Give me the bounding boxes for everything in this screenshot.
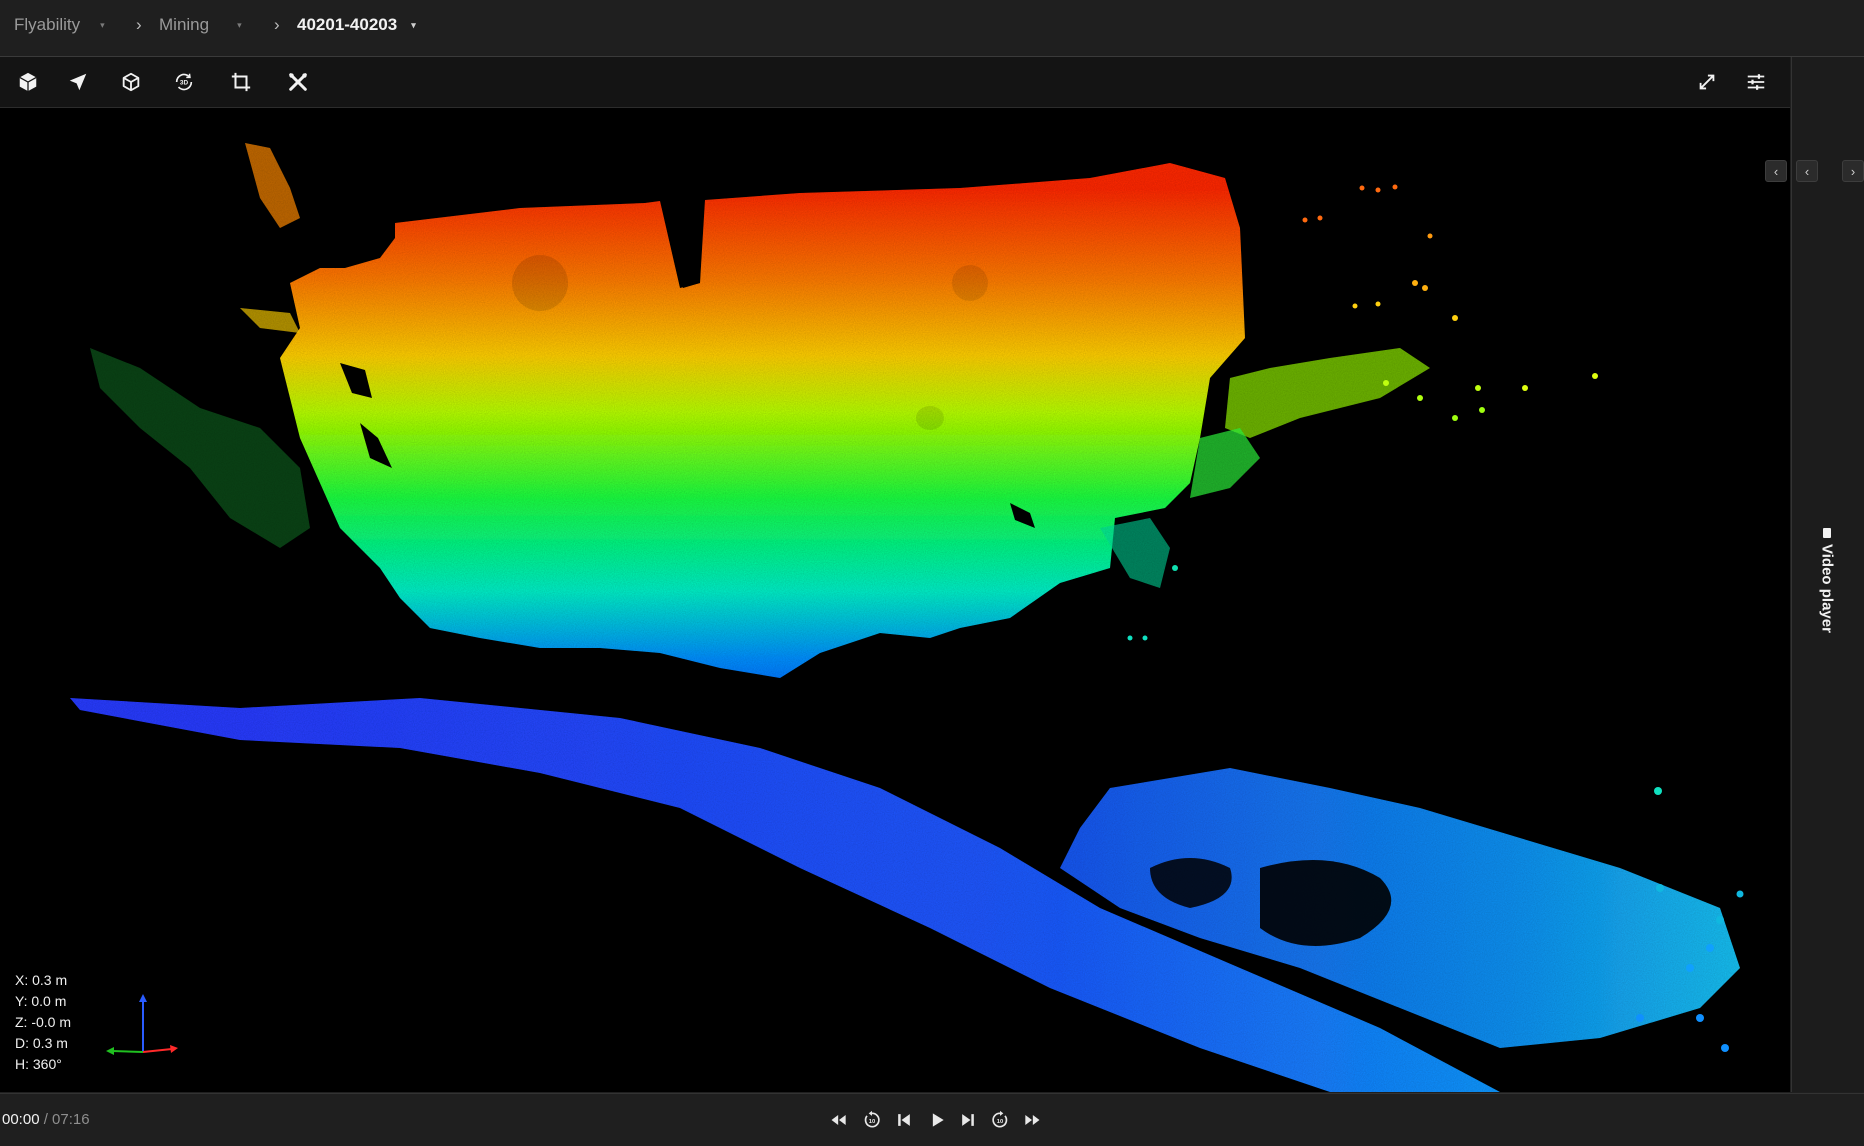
svg-text:10: 10: [997, 1119, 1003, 1125]
skip-previous-button[interactable]: [891, 1107, 917, 1133]
breadcrumb-label: Flyability: [14, 15, 81, 34]
measure-tools-tool[interactable]: [282, 66, 314, 98]
play-icon: [932, 1113, 944, 1127]
chevron-left-icon: ‹: [1773, 163, 1779, 179]
settings-button[interactable]: [1740, 66, 1772, 98]
breadcrumb-current[interactable]: 40201-40203 ▾: [297, 0, 416, 50]
collapse-left-button[interactable]: ‹: [1765, 160, 1787, 182]
axes-gizmo-icon: [106, 994, 178, 1055]
svg-text:3D: 3D: [180, 79, 189, 86]
total-time: / 07:16: [43, 1111, 90, 1128]
playback-time: 00:00 / 07:16: [2, 1111, 90, 1128]
navigate-tool[interactable]: [62, 66, 94, 98]
chevron-right-icon: ›: [274, 15, 280, 34]
play-button[interactable]: [924, 1107, 950, 1133]
readout-z: Z: -0.0 m: [15, 1014, 72, 1030]
navigate-icon: [69, 73, 87, 91]
video-player-label: Video player: [1818, 543, 1836, 633]
video-player-tab[interactable]: Video player: [1807, 520, 1847, 640]
3d-rotate-tool[interactable]: 3D: [168, 66, 200, 98]
viewer-toolbar: 3D: [0, 57, 1790, 108]
chevron-down-icon[interactable]: ▾: [411, 20, 416, 31]
breadcrumb-mining[interactable]: Mining ▾: [159, 0, 242, 50]
fast-forward-icon: [1025, 1115, 1040, 1125]
cube-outline-icon: [122, 72, 140, 92]
skip-next-icon: [962, 1114, 974, 1126]
breadcrumb-flyability[interactable]: Flyability ▾: [14, 0, 105, 50]
current-time: 00:00: [2, 1111, 40, 1128]
solid-cube-icon: [19, 72, 37, 92]
forward-10-icon: 10: [992, 1110, 1008, 1128]
chevron-right-icon: ›: [136, 15, 142, 34]
camera-readout: X: 0.3 m Y: 0.0 m Z: -0.0 m D: 0.3 m H: …: [15, 970, 71, 1075]
readout-x: X: 0.3 m: [15, 972, 68, 988]
measure-tools-icon: [289, 73, 307, 91]
chevron-down-icon[interactable]: ▾: [100, 20, 105, 31]
solid-cube-tool[interactable]: [12, 66, 44, 98]
replay-10-icon: 10: [864, 1110, 880, 1128]
replay-10-button[interactable]: 10: [859, 1107, 885, 1133]
readout-y: Y: 0.0 m: [15, 993, 67, 1009]
breadcrumb: Flyability ▾ › Mining ▾ › 40201-40203 ▾: [0, 0, 1864, 57]
breadcrumb-label: Mining: [159, 15, 210, 34]
wall-point-cloud: [280, 163, 1245, 678]
forward-10-button[interactable]: 10: [987, 1107, 1013, 1133]
fullscreen-icon: [1699, 74, 1715, 90]
svg-text:10: 10: [869, 1119, 875, 1125]
breadcrumb-label: 40201-40203: [297, 15, 398, 34]
player-bar: 00:00 / 07:16 10 10: [0, 1093, 1864, 1146]
crop-tool[interactable]: [225, 66, 257, 98]
readout-h: H: 360°: [15, 1056, 62, 1072]
chevron-down-icon[interactable]: ▾: [237, 20, 242, 31]
crop-icon: [231, 72, 251, 92]
readout-d: D: 0.3 m: [15, 1035, 68, 1051]
fast-forward-button[interactable]: [1019, 1107, 1045, 1133]
settings-sliders-icon: [1747, 74, 1765, 90]
fast-rewind-icon: [831, 1115, 846, 1125]
cube-outline-tool[interactable]: [115, 66, 147, 98]
collapse-panel-button[interactable]: ‹: [1796, 160, 1818, 182]
chevron-right-icon: ›: [1850, 163, 1856, 179]
point-cloud-render[interactable]: [0, 108, 1790, 1092]
point-cloud-viewer[interactable]: X: 0.3 m Y: 0.0 m Z: -0.0 m D: 0.3 m H: …: [0, 108, 1790, 1092]
expand-panel-button[interactable]: ›: [1842, 160, 1864, 182]
skip-next-button[interactable]: [955, 1107, 981, 1133]
3d-rotate-icon: 3D: [175, 73, 193, 91]
skip-previous-icon: [898, 1114, 910, 1126]
camera-icon: [1823, 527, 1831, 538]
chevron-left-icon: ‹: [1804, 163, 1810, 179]
fullscreen-button[interactable]: [1691, 66, 1723, 98]
fast-rewind-button[interactable]: [826, 1107, 852, 1133]
